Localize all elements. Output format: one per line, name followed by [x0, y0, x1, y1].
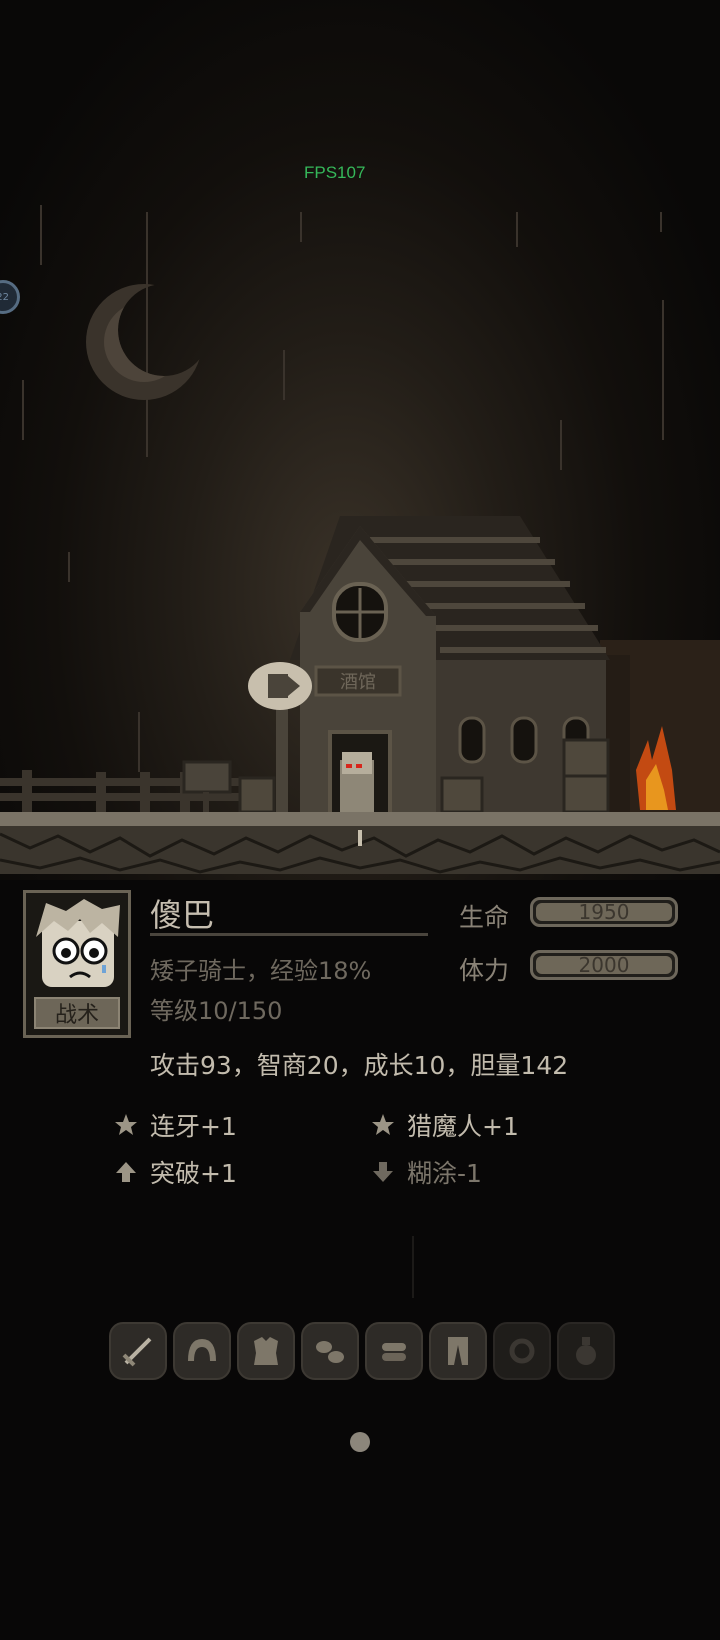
trait-item[interactable]: 连牙+1	[114, 1107, 237, 1143]
trait-label: 糊涂-1	[407, 1159, 482, 1188]
tavern-building: 酒馆	[0, 516, 720, 817]
equipment-bar	[109, 1322, 615, 1380]
divider-line	[412, 1236, 414, 1298]
character-portrait[interactable]: 战术	[23, 890, 131, 1038]
equip-slot-feet[interactable]	[365, 1322, 423, 1380]
stamina-label: 体力	[459, 956, 510, 985]
arrow-up-icon	[116, 1162, 136, 1182]
stamina-bar: 2000	[530, 950, 678, 980]
trait-label: 连牙+1	[150, 1112, 237, 1141]
ground	[0, 812, 720, 874]
potion-icon	[576, 1337, 596, 1365]
equip-slot-hands[interactable]	[301, 1322, 359, 1380]
star-icon	[372, 1114, 394, 1135]
equip-slot-ring[interactable]	[493, 1322, 551, 1380]
sword-icon	[122, 1337, 152, 1367]
pants-icon	[448, 1337, 468, 1365]
helmet-icon	[188, 1339, 216, 1361]
hero-face-icon	[36, 899, 120, 987]
trait-label: 猎魔人+1	[407, 1112, 519, 1141]
ring-icon	[509, 1338, 535, 1364]
equip-slot-weapon[interactable]	[109, 1322, 167, 1380]
name-divider	[150, 933, 428, 936]
page-indicator-dot	[350, 1432, 370, 1452]
stamina-value: 2000	[536, 953, 672, 977]
attributes-line: 攻击93，智商20，成长10，胆量142	[150, 1051, 569, 1080]
arrow-down-icon	[373, 1162, 393, 1182]
hp-label: 生命	[459, 903, 510, 932]
shop-sign-text: 酒馆	[340, 672, 376, 693]
game-scene: 酒馆	[0, 0, 720, 880]
trait-label: 突破+1	[150, 1159, 237, 1188]
fps-counter: FPS107	[304, 163, 366, 182]
hp-bar: 1950	[530, 897, 678, 927]
tactics-button[interactable]: 战术	[34, 997, 120, 1029]
trait-item[interactable]: 糊涂-1	[371, 1154, 482, 1190]
armor-icon	[254, 1337, 278, 1365]
equip-slot-head[interactable]	[173, 1322, 231, 1380]
trait-item[interactable]: 猎魔人+1	[371, 1107, 519, 1143]
star-icon	[115, 1114, 137, 1135]
equip-slot-body[interactable]	[237, 1322, 295, 1380]
trait-item[interactable]: 突破+1	[114, 1154, 237, 1190]
hp-value: 1950	[536, 900, 672, 924]
class-experience: 矮子骑士，经验18%	[150, 957, 372, 985]
equip-slot-item[interactable]	[557, 1322, 615, 1380]
equip-slot-legs[interactable]	[429, 1322, 487, 1380]
gloves-icon	[316, 1341, 344, 1363]
boots-icon	[382, 1343, 406, 1361]
character-name: 傻巴	[150, 896, 215, 934]
level-text: 等级10/150	[150, 997, 283, 1025]
